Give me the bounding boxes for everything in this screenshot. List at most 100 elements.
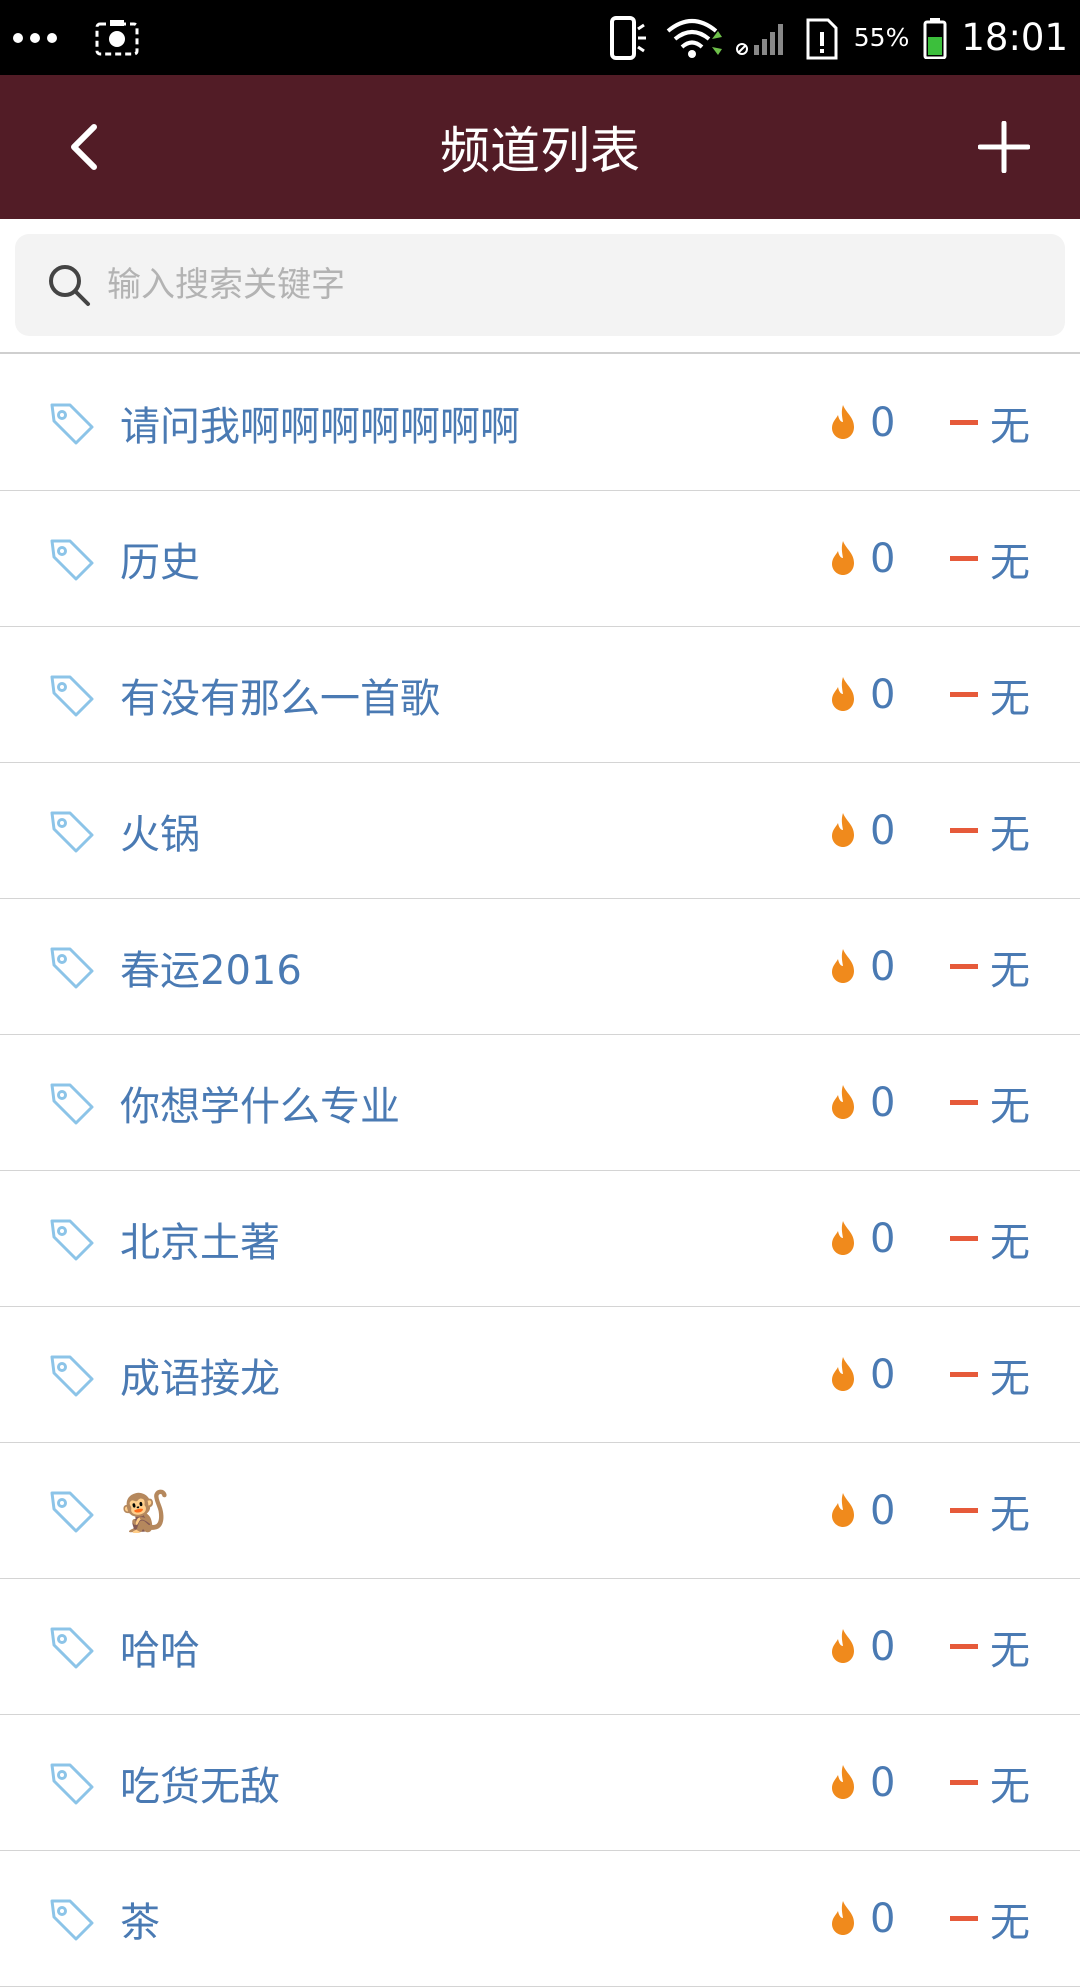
sim-alert-icon xyxy=(804,16,840,60)
tag-icon xyxy=(50,811,94,853)
clock: 18:01 xyxy=(961,16,1068,59)
fire-icon xyxy=(832,1901,854,1935)
tag-icon xyxy=(50,1083,94,1125)
fire-icon xyxy=(832,1493,854,1527)
search-box[interactable] xyxy=(15,234,1065,336)
fire-icon xyxy=(832,1629,854,1663)
fire-icon xyxy=(832,1085,854,1119)
fire-icon xyxy=(832,1221,854,1255)
search-icon xyxy=(45,261,93,309)
hot-count: 0 xyxy=(870,1352,896,1398)
channel-name: 请问我啊啊啊啊啊啊啊 xyxy=(120,404,520,450)
status-bar: 55% 18:01 xyxy=(0,0,1080,75)
minus-icon xyxy=(950,1372,978,1377)
battery-icon xyxy=(923,17,947,59)
tag-icon xyxy=(50,1219,94,1261)
minus-icon xyxy=(950,828,978,833)
cellular-signal-icon xyxy=(735,19,790,57)
minus-icon xyxy=(950,1100,978,1105)
more-dots-icon xyxy=(12,32,58,44)
channel-status: 无 xyxy=(990,1356,1030,1402)
channel-row[interactable]: 哈哈 0 无 xyxy=(0,1579,1080,1715)
channel-row[interactable]: 你想学什么专业 0 无 xyxy=(0,1035,1080,1171)
fire-icon xyxy=(832,677,854,711)
fire-icon xyxy=(832,1765,854,1799)
channel-name: 火锅 xyxy=(120,812,200,858)
channel-row[interactable]: 吃货无敌 0 无 xyxy=(0,1715,1080,1851)
minus-icon xyxy=(950,556,978,561)
tag-icon xyxy=(50,539,94,581)
tag-icon xyxy=(50,947,94,989)
channel-status: 无 xyxy=(990,540,1030,586)
hot-count: 0 xyxy=(870,1080,896,1126)
minus-icon xyxy=(950,1236,978,1241)
channel-name: 哈哈 xyxy=(120,1628,200,1674)
channel-row[interactable]: 有没有那么一首歌 0 无 xyxy=(0,627,1080,763)
hot-count: 0 xyxy=(870,1488,896,1534)
channel-name: 吃货无敌 xyxy=(120,1764,280,1810)
hot-count: 0 xyxy=(870,536,896,582)
phone-vibrate-icon xyxy=(608,15,652,61)
hot-count: 0 xyxy=(870,1216,896,1262)
channel-name: 🐒 xyxy=(120,1488,170,1535)
fire-icon xyxy=(832,1357,854,1391)
channel-name: 茶 xyxy=(120,1900,160,1946)
channel-status: 无 xyxy=(990,1220,1030,1266)
screenshot-icon xyxy=(94,18,140,58)
channel-status: 无 xyxy=(990,812,1030,858)
channel-name: 历史 xyxy=(120,540,200,586)
minus-icon xyxy=(950,692,978,697)
plus-icon xyxy=(978,121,1030,173)
tag-icon xyxy=(50,675,94,717)
channel-row[interactable]: 火锅 0 无 xyxy=(0,763,1080,899)
tag-icon xyxy=(50,1899,94,1941)
minus-icon xyxy=(950,1916,978,1921)
channel-status: 无 xyxy=(990,948,1030,994)
minus-icon xyxy=(950,964,978,969)
wifi-icon xyxy=(666,17,722,59)
channel-status: 无 xyxy=(990,676,1030,722)
hot-count: 0 xyxy=(870,1896,896,1942)
search-input[interactable] xyxy=(107,265,1007,305)
minus-icon xyxy=(950,1780,978,1785)
fire-icon xyxy=(832,405,854,439)
hot-count: 0 xyxy=(870,1760,896,1806)
channel-status: 无 xyxy=(990,1764,1030,1810)
minus-icon xyxy=(950,1644,978,1649)
channel-name: 你想学什么专业 xyxy=(120,1084,400,1130)
channel-status: 无 xyxy=(990,1084,1030,1130)
hot-count: 0 xyxy=(870,400,896,446)
search-bar xyxy=(0,219,1080,354)
channel-status: 无 xyxy=(990,1492,1030,1538)
channel-row[interactable]: 历史 0 无 xyxy=(0,491,1080,627)
channel-name: 春运2016 xyxy=(120,948,302,994)
fire-icon xyxy=(832,949,854,983)
channel-row[interactable]: 茶 0 无 xyxy=(0,1851,1080,1987)
channel-name: 北京土著 xyxy=(120,1220,280,1266)
battery-percent: 55% xyxy=(853,23,910,52)
channel-row[interactable]: 春运2016 0 无 xyxy=(0,899,1080,1035)
channel-row[interactable]: 🐒 0 无 xyxy=(0,1443,1080,1579)
channel-row[interactable]: 成语接龙 0 无 xyxy=(0,1307,1080,1443)
channel-name: 有没有那么一首歌 xyxy=(120,676,440,722)
fire-icon xyxy=(832,541,854,575)
tag-icon xyxy=(50,1763,94,1805)
tag-icon xyxy=(50,1491,94,1533)
hot-count: 0 xyxy=(870,808,896,854)
hot-count: 0 xyxy=(870,672,896,718)
app-bar: 频道列表 xyxy=(0,75,1080,219)
fire-icon xyxy=(832,813,854,847)
channel-status: 无 xyxy=(990,404,1030,450)
tag-icon xyxy=(50,1627,94,1669)
channel-name: 成语接龙 xyxy=(120,1356,280,1402)
add-channel-button[interactable] xyxy=(968,111,1040,183)
tag-icon xyxy=(50,403,94,445)
hot-count: 0 xyxy=(870,1624,896,1670)
channel-row[interactable]: 北京土著 0 无 xyxy=(0,1171,1080,1307)
channel-status: 无 xyxy=(990,1628,1030,1674)
minus-icon xyxy=(950,1508,978,1513)
minus-icon xyxy=(950,420,978,425)
channel-row[interactable]: 请问我啊啊啊啊啊啊啊 0 无 xyxy=(0,355,1080,491)
hot-count: 0 xyxy=(870,944,896,990)
tag-icon xyxy=(50,1355,94,1397)
